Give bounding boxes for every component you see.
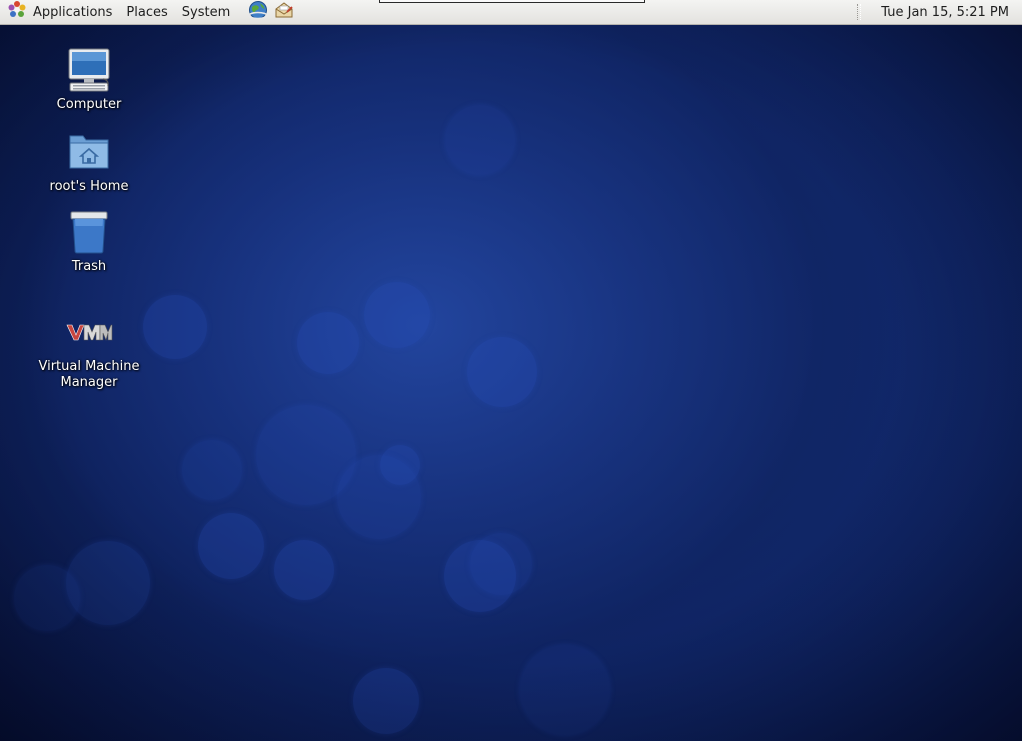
email-client-launcher[interactable] — [271, 0, 297, 24]
desktop-icon-trash[interactable]: Trash — [34, 208, 144, 275]
desktop-icon-computer[interactable]: Computer — [34, 46, 144, 113]
desktop-icon-virt-manager[interactable]: Virtual Machine Manager — [34, 308, 144, 391]
places-menu-label: Places — [126, 4, 168, 20]
background-bubble — [143, 295, 207, 359]
virtual-machine-manager-icon — [65, 308, 113, 356]
system-menu-label: System — [181, 4, 231, 20]
web-browser-icon — [247, 0, 269, 25]
panel-separator-handle[interactable] — [857, 4, 862, 20]
top-panel: Applications Places System Tue Jan 15, 5… — [0, 0, 1022, 25]
background-bubble — [297, 312, 359, 374]
background-bubble — [66, 541, 150, 625]
web-browser-launcher[interactable] — [245, 0, 271, 24]
clock[interactable]: Tue Jan 15, 5:21 PM — [881, 5, 1022, 20]
system-menu[interactable]: System — [175, 0, 237, 24]
background-bubble — [198, 513, 264, 579]
background-bubble — [337, 455, 421, 539]
applications-menu-label: Applications — [33, 4, 113, 20]
background-bubble — [14, 565, 80, 631]
desktop-icon-home[interactable]: root's Home — [34, 128, 144, 195]
applications-menu[interactable]: Applications — [0, 0, 119, 24]
desktop-icon-label: Virtual Machine Manager — [38, 359, 140, 390]
background-bubble — [274, 540, 334, 600]
desktop-background[interactable] — [0, 25, 1022, 741]
desktop-icon-label: Trash — [71, 259, 107, 274]
background-bubble — [467, 337, 537, 407]
background-bubble — [470, 533, 532, 595]
trash-icon — [65, 208, 113, 256]
background-bubble — [182, 440, 242, 500]
applications-logo-icon — [7, 0, 27, 24]
email-client-icon — [273, 0, 295, 25]
computer-icon — [65, 46, 113, 94]
background-bubble — [364, 282, 430, 348]
background-bubble — [353, 668, 419, 734]
background-bubble — [445, 105, 515, 175]
desktop-icon-label: Computer — [56, 97, 122, 112]
window-list-area[interactable] — [379, 0, 645, 3]
places-menu[interactable]: Places — [119, 0, 174, 24]
background-bubble — [520, 645, 610, 735]
desktop-icon-label: root's Home — [49, 179, 129, 194]
home-folder-icon — [65, 128, 113, 176]
